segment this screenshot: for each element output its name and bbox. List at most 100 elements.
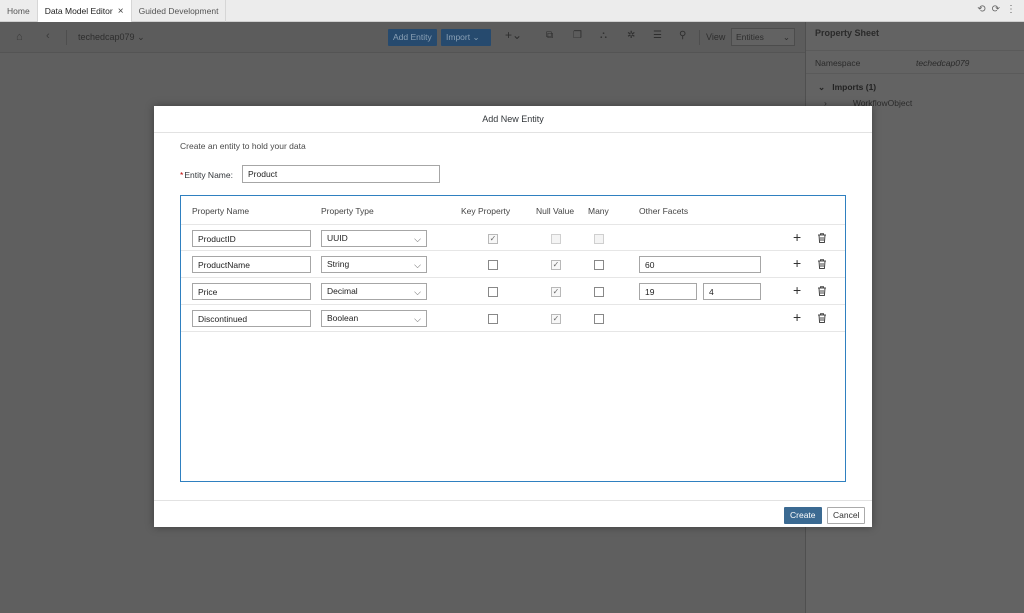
property-type-value: Decimal <box>327 286 358 296</box>
add-entity-dialog: Add New Entity Create an entity to hold … <box>154 106 872 527</box>
delete-icon[interactable] <box>816 312 828 324</box>
col-key-property: Key Property <box>461 206 511 216</box>
facet-precision-input[interactable] <box>639 283 697 300</box>
col-many: Many <box>588 206 609 216</box>
property-name-input[interactable] <box>192 256 311 273</box>
tab-tools: ⟲ ⟳ ⋮ <box>977 4 1016 15</box>
col-null-value: Null Value <box>536 206 575 216</box>
required-marker: * <box>180 170 184 180</box>
many-checkbox[interactable] <box>594 314 604 324</box>
property-type-select[interactable]: UUID ⌵ <box>321 230 427 247</box>
null-value-checkbox[interactable]: ✓ <box>551 287 561 297</box>
chevron-down-icon: ⌵ <box>414 234 421 244</box>
delete-icon[interactable] <box>816 232 828 244</box>
tab-home-label: Home <box>7 6 30 16</box>
imports-group[interactable]: ⌄ Imports (1) <box>818 82 876 93</box>
auto-layout-icon[interactable]: ✲ <box>627 30 635 41</box>
chevron-down-icon: ⌄ <box>782 32 790 42</box>
property-type-select[interactable]: Decimal ⌵ <box>321 283 427 300</box>
dialog-title: Add New Entity <box>154 106 872 133</box>
entity-name-label: *Entity Name: <box>180 170 233 180</box>
table-row: Boolean ⌵ ✓ + <box>181 305 845 332</box>
namespace-row: Namespace techedcap079 <box>806 50 1024 74</box>
tab-data-model-editor[interactable]: Data Model Editor × <box>37 0 132 22</box>
delete-icon[interactable] <box>816 285 828 297</box>
key-property-checkbox[interactable] <box>488 260 498 270</box>
property-name-input[interactable] <box>192 310 311 327</box>
facet-length-input[interactable] <box>639 256 761 273</box>
tab-data-model-editor-label: Data Model Editor <box>44 6 113 16</box>
key-property-checkbox[interactable] <box>488 287 498 297</box>
import-button[interactable]: Import ⌄ <box>441 29 491 46</box>
property-type-select[interactable]: Boolean ⌵ <box>321 310 427 327</box>
dialog-footer: Create Cancel <box>154 500 872 527</box>
table-row: String ⌵ ✓ + <box>181 251 845 278</box>
history-icon[interactable]: ⟳ <box>992 4 1000 15</box>
namespace-selector[interactable]: techedcap079 ⌄ <box>78 32 145 43</box>
table-row: Decimal ⌵ ✓ + <box>181 278 845 305</box>
add-entity-button[interactable]: Add Entity <box>388 29 437 46</box>
col-property-type: Property Type <box>321 206 374 216</box>
cancel-button[interactable]: Cancel <box>827 507 866 524</box>
chevron-down-icon: ⌵ <box>414 260 421 270</box>
null-value-checkbox[interactable]: ✓ <box>551 314 561 324</box>
more-icon[interactable]: ⋮ <box>1006 4 1016 15</box>
key-property-checkbox[interactable] <box>488 314 498 324</box>
namespace-key: Namespace <box>815 58 861 68</box>
delete-icon[interactable] <box>816 258 828 270</box>
home-icon[interactable]: ⌂ <box>16 31 23 43</box>
entity-name-label-text: Entity Name: <box>184 170 233 180</box>
tab-home[interactable]: Home <box>0 0 38 22</box>
divider <box>699 30 700 45</box>
diagram-icon[interactable]: ⛬ <box>600 30 607 41</box>
property-type-value: UUID <box>327 233 348 243</box>
chevron-down-icon: ⌄ <box>818 82 826 92</box>
many-checkbox[interactable] <box>594 260 604 270</box>
layout-icon[interactable]: ⧉ <box>546 30 553 41</box>
add-row-icon[interactable]: + <box>793 230 801 244</box>
tab-strip: Home Data Model Editor × Guided Developme… <box>0 0 1024 22</box>
dialog-description: Create an entity to hold your data <box>180 141 306 151</box>
facet-scale-input[interactable] <box>703 283 761 300</box>
many-checkbox[interactable] <box>594 234 604 244</box>
tab-guided-development[interactable]: Guided Development <box>132 0 227 22</box>
property-type-value: Boolean <box>327 313 359 323</box>
list-icon[interactable]: ☰ <box>653 30 662 41</box>
add-row-icon[interactable]: + <box>793 256 801 270</box>
many-checkbox[interactable] <box>594 287 604 297</box>
divider <box>66 30 67 45</box>
view-select-value: Entities <box>736 32 764 42</box>
chevron-down-icon: ⌵ <box>414 287 421 297</box>
namespace-label: techedcap079 <box>78 32 135 42</box>
property-sheet-title: Property Sheet <box>815 28 880 38</box>
create-button[interactable]: Create <box>784 507 822 524</box>
table-row: UUID ⌵ ✓ + <box>181 224 845 251</box>
properties-table: Property Name Property Type Key Property… <box>180 195 846 482</box>
imports-label: Imports (1) <box>832 82 877 92</box>
property-type-value: String <box>327 259 350 269</box>
col-other-facets: Other Facets <box>639 206 689 216</box>
null-value-checkbox[interactable] <box>551 234 561 244</box>
tab-guided-development-label: Guided Development <box>138 6 219 16</box>
search-icon[interactable]: ⚲ <box>679 30 686 41</box>
add-row-icon[interactable]: + <box>793 310 801 324</box>
add-icon[interactable]: +⌄ <box>505 28 522 42</box>
property-name-input[interactable] <box>192 283 311 300</box>
back-icon[interactable]: ‹ <box>46 30 50 42</box>
entity-name-input[interactable] <box>242 165 440 183</box>
col-property-name: Property Name <box>192 206 250 216</box>
view-label: View <box>706 32 726 42</box>
namespace-value: techedcap079 <box>916 58 970 68</box>
null-value-checkbox[interactable]: ✓ <box>551 260 561 270</box>
import-button-label: Import <box>446 32 471 42</box>
property-name-input[interactable] <box>192 230 311 247</box>
chevron-down-icon: ⌵ <box>414 314 421 324</box>
sync-icon[interactable]: ⟲ <box>977 4 985 15</box>
view-select[interactable]: Entities ⌄ <box>731 28 795 46</box>
add-row-icon[interactable]: + <box>793 283 801 297</box>
toolbar: ⌂ ‹ techedcap079 ⌄ Add Entity Import ⌄ +… <box>0 22 805 53</box>
property-type-select[interactable]: String ⌵ <box>321 256 427 273</box>
copy-icon[interactable]: ❐ <box>573 30 582 41</box>
key-property-checkbox[interactable]: ✓ <box>488 234 498 244</box>
close-icon[interactable]: × <box>118 6 124 17</box>
